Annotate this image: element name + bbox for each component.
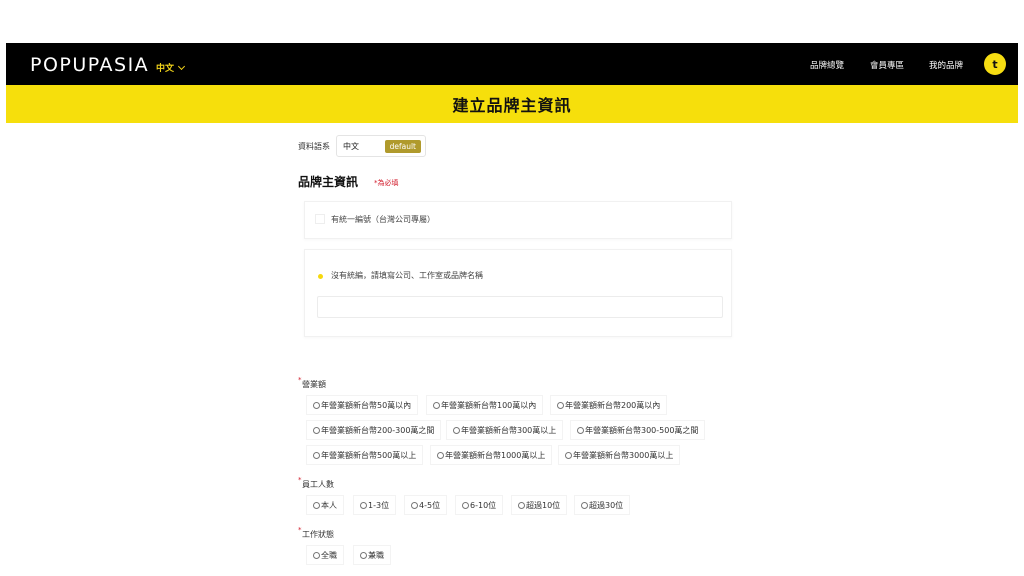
radio-icon	[313, 451, 320, 459]
radio-icon	[581, 501, 588, 509]
nav-member-area[interactable]: 會員專區	[870, 59, 904, 71]
revenue-option[interactable]: 年營業額新台幣1000萬以上	[430, 445, 553, 465]
revenue-option[interactable]: 年營業額新台幣3000萬以上	[558, 445, 681, 465]
tax-id-option-card[interactable]: 有統一編號（台灣公司專屬）	[304, 201, 732, 239]
data-language-select[interactable]: 中文 default	[336, 135, 426, 157]
revenue-option[interactable]: 年營業額新台幣50萬以內	[306, 395, 419, 415]
page-frame: POPUPASIA 中文 品牌總覽 會員專區 我的品牌 t 建立品牌主資訊 資料…	[6, 43, 1018, 565]
nav-brand-overview[interactable]: 品牌總覽	[810, 59, 844, 71]
radio-icon	[411, 501, 418, 509]
revenue-option[interactable]: 年營業額新台幣100萬以內	[426, 395, 544, 415]
work-status-label: 工作狀態	[298, 526, 334, 540]
radio-icon	[313, 551, 320, 559]
radio-icon	[565, 451, 572, 459]
data-language-value: 中文	[343, 141, 359, 151]
selected-dot-icon	[318, 274, 323, 279]
radio-icon	[360, 551, 367, 559]
revenue-option[interactable]: 年營業額新台幣500萬以上	[306, 445, 424, 465]
brand-name-input[interactable]	[317, 296, 723, 318]
radio-icon	[577, 426, 584, 434]
radio-icon	[433, 401, 440, 409]
radio-icon	[557, 401, 564, 409]
top-navbar: POPUPASIA 中文 品牌總覽 會員專區 我的品牌 t	[6, 43, 1018, 85]
page-title: 建立品牌主資訊	[452, 96, 572, 115]
data-language-row: 資料語系 中文 default	[298, 135, 426, 157]
staff-option[interactable]: 1-3位	[353, 495, 397, 515]
revenue-option[interactable]: 年營業額新台幣300-500萬之間	[570, 420, 706, 440]
tax-id-checkbox[interactable]	[315, 214, 325, 224]
staff-option[interactable]: 超過30位	[574, 495, 631, 515]
language-label: 中文	[156, 64, 175, 74]
data-language-label: 資料語系	[298, 141, 330, 151]
work-status-option[interactable]: 全職	[306, 545, 344, 565]
radio-icon	[462, 501, 469, 509]
revenue-option[interactable]: 年營業額新台幣300萬以上	[446, 420, 564, 440]
language-switcher[interactable]: 中文	[156, 61, 186, 74]
staff-option[interactable]: 4-5位	[404, 495, 448, 515]
radio-icon	[313, 501, 320, 509]
tax-id-option-label[interactable]: 有統一編號（台灣公司專屬）	[331, 214, 435, 225]
no-tax-id-option-card[interactable]: 沒有統編，請填寫公司、工作室或品牌名稱	[304, 249, 732, 337]
radio-icon	[313, 426, 320, 434]
default-badge: default	[384, 140, 421, 153]
chevron-down-icon	[177, 62, 186, 70]
work-status-option[interactable]: 兼職	[353, 545, 391, 565]
radio-icon	[437, 451, 444, 459]
no-tax-id-option-label[interactable]: 沒有統編，請填寫公司、工作室或品牌名稱	[331, 270, 483, 281]
staff-option[interactable]: 本人	[306, 495, 344, 515]
staff-label: 員工人數	[298, 476, 334, 490]
radio-icon	[518, 501, 525, 509]
revenue-label: 營業額	[298, 376, 326, 390]
revenue-option[interactable]: 年營業額新台幣200-300萬之間	[306, 420, 442, 440]
radio-icon	[453, 426, 460, 434]
revenue-option[interactable]: 年營業額新台幣200萬以內	[550, 395, 668, 415]
section-title: 品牌主資訊	[298, 175, 359, 189]
required-note: *為必填	[374, 179, 399, 187]
radio-icon	[360, 501, 367, 509]
avatar[interactable]: t	[984, 53, 1006, 75]
page-banner: 建立品牌主資訊	[6, 85, 1018, 123]
staff-option[interactable]: 6-10位	[455, 495, 504, 515]
site-logo[interactable]: POPUPASIA	[30, 54, 149, 76]
nav-my-brand[interactable]: 我的品牌	[929, 59, 963, 71]
radio-icon	[313, 401, 320, 409]
staff-option[interactable]: 超過10位	[511, 495, 568, 515]
